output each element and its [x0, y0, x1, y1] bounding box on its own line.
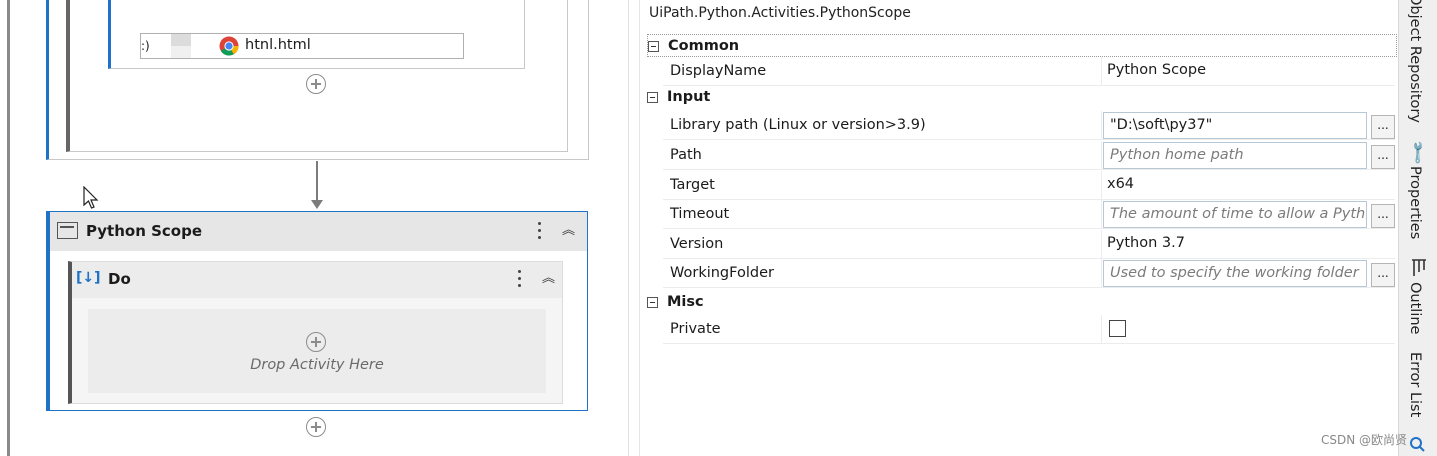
- dock-tab-outline[interactable]: Outline: [1407, 282, 1423, 334]
- mouse-cursor-icon: [83, 186, 99, 209]
- property-name: Library path (Linux or version>3.9): [670, 117, 926, 133]
- properties-panel: UiPath.Python.Activities.PythonScope Com…: [628, 0, 1398, 456]
- workingfolder-input[interactable]: Used to specify the working folder: [1103, 260, 1367, 287]
- category-misc[interactable]: Misc: [647, 291, 1397, 315]
- file-thumbnail: [171, 34, 191, 46]
- file-prefix: :): [141, 39, 150, 53]
- property-row-version[interactable]: Version Python 3.7: [663, 230, 1395, 259]
- dock-tab-properties[interactable]: Properties: [1407, 166, 1423, 239]
- watermark: CSDN @欧尚贤: [1321, 433, 1408, 447]
- timeout-ellipsis-button[interactable]: ...: [1371, 204, 1395, 228]
- side-dock: Object Repository 🔧 Properties Outline E…: [1398, 0, 1437, 456]
- property-name: Version: [670, 236, 724, 252]
- library-path-ellipsis-button[interactable]: ...: [1371, 115, 1395, 139]
- python-scope-menu-button[interactable]: [538, 222, 542, 243]
- category-input[interactable]: Input: [647, 86, 1397, 110]
- property-row-target[interactable]: Target x64: [663, 171, 1395, 200]
- property-row-displayname[interactable]: DisplayName Python Scope: [663, 57, 1395, 86]
- collapse-toggle-icon[interactable]: [647, 297, 658, 308]
- dock-tab-object-repository[interactable]: Object Repository: [1407, 0, 1423, 123]
- add-activity-button-bottom[interactable]: [306, 417, 326, 437]
- workingfolder-ellipsis-button[interactable]: ...: [1371, 263, 1395, 287]
- do-sequence[interactable]: [↓] Do ︽ Drop Activity Here: [68, 261, 563, 404]
- do-header[interactable]: [↓] Do ︽: [72, 262, 562, 298]
- property-value[interactable]: Python Scope: [1107, 62, 1206, 78]
- add-activity-button-top[interactable]: [306, 74, 326, 94]
- timeout-input[interactable]: The amount of time to allow a Pyth: [1103, 201, 1367, 228]
- property-name: Target: [670, 177, 715, 193]
- workflow-designer: :) htnl.html Python Scope ︽ [↓] Do ︽ Dro…: [0, 0, 628, 456]
- do-icon: [↓]: [76, 270, 101, 286]
- connector-arrowhead: [311, 200, 323, 209]
- file-thumbnail-lower: [171, 46, 191, 58]
- dock-tab-error-list[interactable]: Error List: [1407, 352, 1423, 417]
- python-scope-activity[interactable]: Python Scope ︽ [↓] Do ︽ Drop Activity He…: [46, 211, 588, 411]
- drop-zone-add-icon[interactable]: [306, 332, 326, 352]
- outline-icon: [1410, 258, 1428, 278]
- do-collapse-icon[interactable]: ︽: [542, 272, 555, 285]
- python-scope-icon: [57, 222, 78, 239]
- property-name: Path: [670, 147, 702, 163]
- category-common-label: Common: [668, 38, 740, 54]
- property-name: DisplayName: [670, 63, 767, 79]
- category-input-label: Input: [667, 89, 711, 105]
- chrome-icon: [219, 36, 239, 56]
- file-name: htnl.html: [245, 37, 311, 53]
- properties-activity-type: UiPath.Python.Activities.PythonScope: [649, 5, 911, 21]
- path-ellipsis-button[interactable]: ...: [1371, 145, 1395, 169]
- wrench-icon: 🔧: [1404, 138, 1432, 167]
- outer-sequence-rail: [7, 0, 10, 456]
- property-name: WorkingFolder: [670, 265, 774, 281]
- category-misc-label: Misc: [667, 294, 704, 310]
- property-value[interactable]: x64: [1107, 176, 1134, 192]
- python-scope-header[interactable]: Python Scope ︽: [50, 212, 587, 251]
- connector-line: [316, 161, 318, 201]
- library-path-input[interactable]: "D:\soft\py37": [1103, 112, 1367, 139]
- property-row-private[interactable]: Private: [663, 315, 1395, 344]
- collapse-toggle-icon[interactable]: [647, 92, 658, 103]
- path-input[interactable]: Python home path: [1103, 142, 1367, 169]
- drop-zone-hint: Drop Activity Here: [250, 357, 384, 373]
- property-value[interactable]: Python 3.7: [1107, 235, 1185, 251]
- property-name: Private: [670, 321, 721, 337]
- do-menu-button[interactable]: [518, 270, 522, 291]
- python-scope-title: Python Scope: [86, 222, 203, 240]
- private-checkbox[interactable]: [1109, 320, 1126, 337]
- search-icon: [1409, 436, 1425, 452]
- collapse-toggle-icon[interactable]: [648, 41, 659, 52]
- category-common[interactable]: Common: [647, 34, 1397, 57]
- property-name: Timeout: [670, 206, 730, 222]
- do-title: Do: [108, 270, 131, 288]
- python-scope-collapse-icon[interactable]: ︽: [562, 224, 575, 237]
- properties-left-border: [639, 0, 640, 456]
- drop-zone[interactable]: Drop Activity Here: [88, 309, 546, 393]
- file-item[interactable]: :) htnl.html: [140, 33, 464, 59]
